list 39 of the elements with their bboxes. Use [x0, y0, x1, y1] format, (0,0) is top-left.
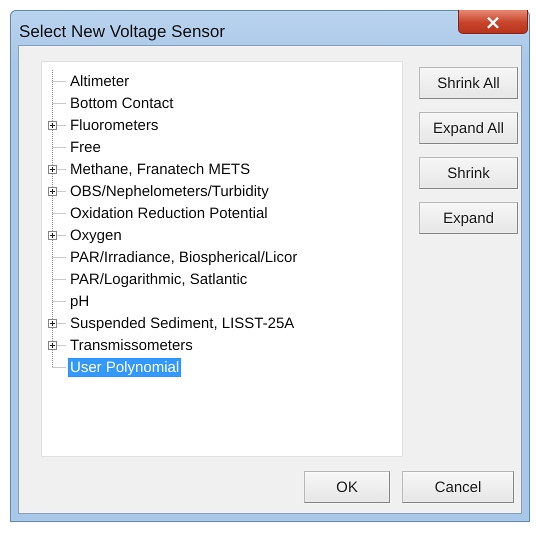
tree-item[interactable]: Transmissometers [68, 336, 195, 354]
tree-item[interactable]: PAR/Irradiance, Biospherical/Licor [68, 248, 300, 266]
tree-action-button[interactable]: Shrink All [419, 67, 518, 99]
tree-item[interactable]: Free [68, 138, 103, 156]
tree-line [52, 202, 66, 224]
expand-icon[interactable] [48, 187, 57, 196]
tree-line [52, 290, 66, 312]
tree-action-button[interactable]: Expand All [419, 112, 518, 144]
tree-action-button[interactable]: Shrink [419, 157, 518, 189]
tree-item[interactable]: Altimeter [68, 72, 132, 90]
tree-item[interactable]: Suspended Sediment, LISST-25A [68, 314, 296, 332]
tree-item[interactable]: PAR/Logarithmic, Satlantic [68, 270, 250, 288]
tree-line [52, 268, 66, 290]
ok-button[interactable]: OK [304, 471, 390, 503]
close-button[interactable]: × [458, 10, 528, 34]
tree-item[interactable]: Methane, Franatech METS [68, 160, 252, 178]
tree-line [52, 70, 66, 92]
tree-action-button[interactable]: Expand [419, 202, 518, 234]
tree-item[interactable]: Oxidation Reduction Potential [68, 204, 270, 222]
tree-item[interactable]: Oxygen [68, 226, 124, 244]
expand-icon[interactable] [48, 231, 57, 240]
tree-line [52, 246, 66, 268]
window-title: Select New Voltage Sensor [19, 22, 226, 42]
expand-icon[interactable] [48, 319, 57, 328]
tree-item[interactable]: OBS/Nephelometers/Turbidity [68, 182, 271, 200]
tree-item[interactable]: Fluorometers [68, 116, 160, 134]
tree-line [52, 114, 66, 136]
tree-line [52, 136, 66, 158]
cancel-button[interactable]: Cancel [402, 471, 514, 503]
tree-item[interactable]: Bottom Contact [68, 94, 176, 112]
tree-line [52, 180, 66, 202]
expand-icon[interactable] [48, 165, 57, 174]
tree-line [52, 158, 66, 180]
tree-item[interactable]: pH [68, 292, 92, 310]
tree-line [52, 312, 66, 334]
expand-icon[interactable] [48, 341, 57, 350]
tree-line [52, 92, 66, 114]
tree-line [52, 224, 66, 246]
expand-icon[interactable] [48, 121, 57, 130]
